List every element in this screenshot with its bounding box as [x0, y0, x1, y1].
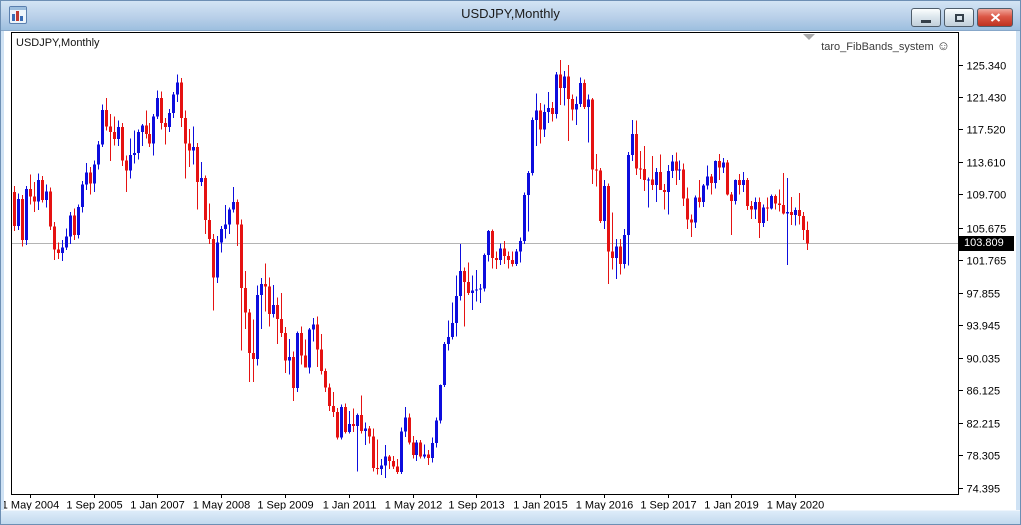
chart-symbol-text: USDJPY,Monthly: [16, 37, 100, 49]
window-frame-right: [1016, 30, 1020, 524]
price-tick-label: 86.125: [967, 386, 1001, 398]
price-tick-label: 105.675: [967, 224, 1007, 236]
price-tick-label: 74.395: [967, 484, 1001, 496]
window-title: USDJPY,Monthly: [461, 6, 560, 21]
price-tick-label: 117.520: [967, 125, 1006, 137]
price-tick-label: 82.215: [967, 419, 1001, 431]
price-tick-label: 113.610: [967, 158, 1006, 170]
indicator-label: taro_FibBands_system ☺: [821, 38, 950, 53]
chart-canvas[interactable]: 125.340 121.430 117.520 113.610 109.700 105.6…: [1, 1, 1021, 525]
maximize-button[interactable]: [944, 8, 974, 27]
price-tick-label: 125.340: [967, 61, 1007, 73]
time-axis[interactable]: 1 May 2004 1 Sep 2005 1 Jan 2007 1 May 2008…: [2, 494, 824, 512]
chart-shift-marker-icon: [803, 34, 815, 40]
maximize-icon: [954, 13, 964, 22]
price-tick-label: 97.855: [967, 289, 1001, 301]
price-tick-label: 93.945: [967, 321, 1001, 333]
close-button[interactable]: [977, 8, 1013, 27]
price-tick-label: 109.700: [967, 190, 1007, 202]
price-tick-label: 90.035: [967, 354, 1001, 366]
price-tick-label: 121.430: [967, 93, 1007, 105]
close-icon: [990, 13, 1000, 22]
minimize-button[interactable]: [911, 8, 941, 27]
indicator-name-text: taro_FibBands_system: [821, 41, 934, 53]
chart-symbol-label: USDJPY,Monthly: [16, 37, 100, 49]
price-axis[interactable]: 125.340 121.430 117.520 113.610 109.700 105.6…: [958, 61, 1007, 496]
window-frame-left: [1, 30, 4, 524]
price-tick-label: 78.305: [967, 451, 1001, 463]
candlestick-series: [13, 60, 809, 478]
window-frame-bottom: [1, 510, 1020, 524]
title-bar[interactable]: USDJPY,Monthly: [1, 1, 1020, 31]
window-controls: [911, 8, 1013, 27]
mt4-chart-window: 125.340 121.430 117.520 113.610 109.700 105.6…: [0, 0, 1021, 525]
smiley-icon: ☺: [936, 38, 950, 53]
price-tick-label: 101.765: [967, 256, 1007, 268]
bid-price-label: 103.809: [959, 236, 1014, 251]
minimize-icon: [921, 19, 931, 23]
